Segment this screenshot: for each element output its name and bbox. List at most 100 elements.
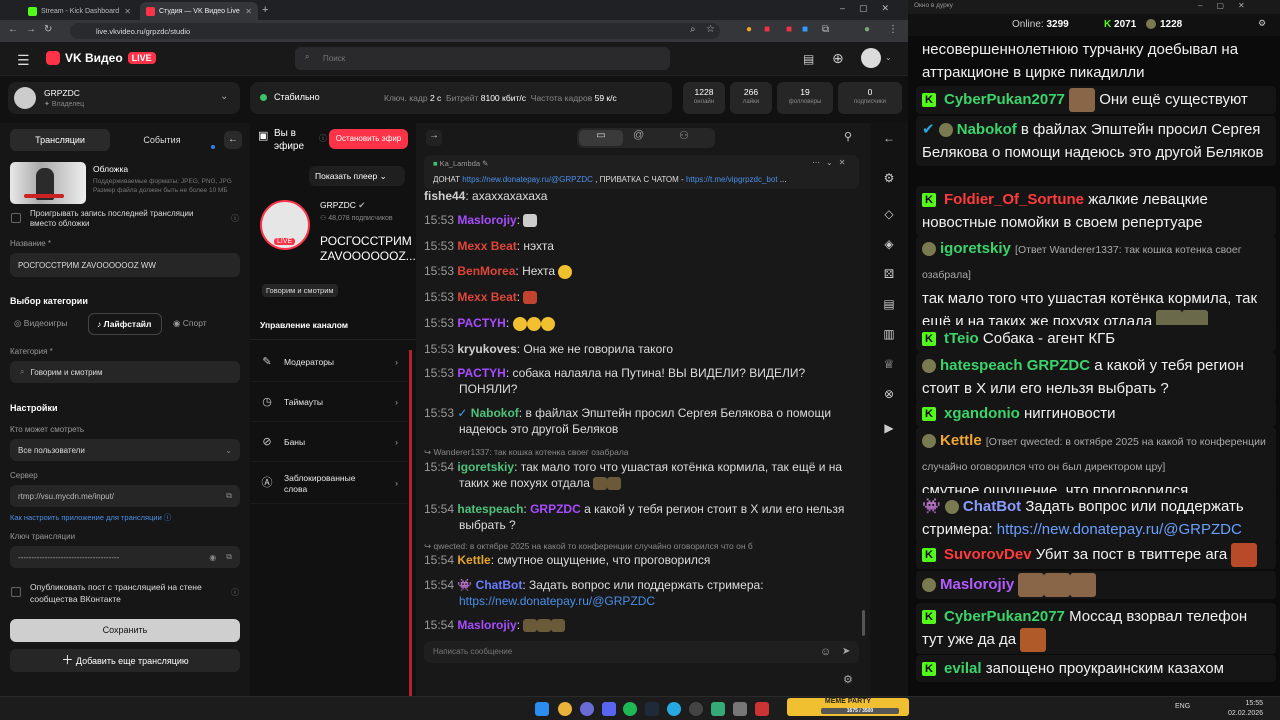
collapse-panel-button[interactable]: ← [224, 131, 242, 149]
replay-label: Проигрывать запись последней трансляции … [30, 209, 194, 228]
info-icon[interactable]: ⓘ [319, 133, 327, 144]
url-field[interactable]: live.vkvideo.ru/grpzdc/studio [70, 23, 720, 39]
save-button[interactable]: Сохранить [10, 619, 240, 642]
category-lifestyle-button[interactable]: ♪ Лайфстайл [88, 313, 162, 335]
stream-key-field[interactable]: -------------------------------------- ◉ ⧉ [10, 546, 240, 568]
dice-icon[interactable]: ⚄ [879, 267, 899, 283]
zoom-icon[interactable]: ⌕ [690, 24, 696, 35]
app-icon[interactable] [755, 702, 769, 716]
discord-icon[interactable] [602, 702, 616, 716]
hamburger-menu-icon[interactable]: ☰ [17, 52, 30, 69]
howto-link[interactable]: Как настроить приложение для трансляции … [10, 512, 171, 523]
kick-badge-icon: K [922, 407, 936, 422]
help-icon: ⓘ [163, 513, 172, 522]
reload-icon[interactable]: ↻ [44, 24, 52, 35]
spotify-icon[interactable] [623, 702, 637, 716]
extension-icon[interactable]: ■ [802, 24, 808, 35]
close-tab-icon[interactable]: ✕ [245, 7, 252, 16]
pinned-controls[interactable]: ⋯⌄✕ [812, 158, 851, 167]
extensions-puzzle-icon[interactable]: ⧉ [822, 24, 829, 35]
tab-broadcasts[interactable]: Трансляции [10, 129, 110, 151]
chat-scrollbar[interactable] [862, 610, 865, 636]
copy-icon[interactable]: ⧉ [226, 552, 232, 562]
tab-kick-dashboard[interactable]: Stream - Kick Dashboard ✕ [22, 2, 137, 20]
chevron-down-icon[interactable]: ⌄ [885, 53, 892, 62]
category-games-button[interactable]: ◎ Видеоигры [14, 318, 67, 329]
clock[interactable]: 15:55 02.02.2026 [1228, 699, 1263, 719]
vk-video-logo[interactable]: VK Видео LIVE [46, 51, 156, 65]
moderators-item[interactable]: ✎ Модераторы › [250, 342, 408, 382]
cover-hint: Поддерживаемые форматы: JPEG, PNG, JPG Р… [93, 178, 232, 194]
add-icon[interactable]: ⊕ [832, 50, 844, 67]
show-player-button[interactable]: Показать плеер ⌄ [309, 166, 405, 186]
video-icon[interactable]: ▶ [879, 421, 899, 437]
browser-menu-icon[interactable]: ⋮ [888, 24, 898, 35]
bans-item[interactable]: ⊘ Баны › [250, 422, 408, 462]
category-input[interactable]: ⌕ Говорим и смотрим [10, 361, 240, 383]
stop-stream-button[interactable]: Остановить эфир [329, 129, 408, 149]
info-icon[interactable]: ⓘ [231, 587, 239, 598]
tab-vk-studio[interactable]: Студия — VK Видео Live ✕ [140, 2, 258, 20]
send-icon[interactable]: ➤ [842, 641, 850, 663]
emoji-icon[interactable]: ☺ [820, 641, 831, 663]
category-sport-button[interactable]: ◉ Спорт [173, 318, 207, 329]
chat-resize-handle[interactable] [409, 350, 412, 696]
eye-icon[interactable]: ◉ [209, 553, 216, 562]
close-tab-icon[interactable]: ✕ [124, 7, 131, 16]
timeouts-item[interactable]: ◷ Таймауты › [250, 382, 408, 422]
list-icon[interactable]: ▤ [879, 297, 899, 313]
chat-tab-users-icon[interactable]: ⚇ [679, 129, 689, 142]
chrome-icon[interactable] [558, 702, 572, 716]
telegram-icon[interactable] [667, 702, 681, 716]
app-icon[interactable] [733, 702, 747, 716]
add-broadcast-button[interactable]: ＋ Добавить еще трансляцию [10, 649, 240, 672]
category-chip[interactable]: Говорим и смотрим [262, 284, 338, 297]
steam-icon[interactable] [645, 702, 659, 716]
back-icon[interactable]: ← [8, 24, 18, 35]
profile-avatar[interactable]: ● [864, 24, 870, 35]
bookmark-star-icon[interactable]: ☆ [706, 24, 715, 35]
extension-icon[interactable]: ● [746, 24, 752, 35]
chat-settings-gear-icon[interactable]: ⚙ [843, 673, 853, 686]
gem-icon[interactable]: ◈ [879, 237, 899, 253]
blocked-words-item[interactable]: Ⓐ Заблокированные слова › [250, 464, 408, 504]
trophy-icon[interactable]: ♕ [879, 357, 899, 373]
browser-icon[interactable] [580, 702, 594, 716]
window-controls[interactable]: –▢✕ [840, 3, 903, 14]
gear-icon[interactable]: ⚙ [879, 171, 899, 187]
channel-selector[interactable]: GRPZDC ✦ Владелец ⌄ [8, 82, 240, 114]
stats-icon[interactable]: ▥ [879, 327, 899, 343]
obs-icon[interactable] [689, 702, 703, 716]
pin-icon[interactable]: ⚲ [844, 130, 852, 143]
collapse-left-icon[interactable]: ← [879, 131, 899, 147]
app-icon[interactable] [711, 702, 725, 716]
cover-thumbnail[interactable] [10, 162, 86, 204]
forward-icon[interactable]: → [26, 24, 36, 35]
right-toolbar: ← ⚙ ◇ ◈ ⚄ ▤ ▥ ♕ ⊗ ▶ [870, 123, 908, 696]
extension-icon[interactable]: ■ [786, 24, 792, 35]
info-icon[interactable]: ⓘ [231, 213, 239, 224]
diamond-icon[interactable]: ◇ [879, 207, 899, 223]
server-field[interactable]: rtmp://vsu.mycdn.me/input/⧉ [10, 485, 240, 507]
chat-input[interactable]: Написать сообщение ☺ ➤ [424, 641, 859, 663]
chat-tab-messages-icon[interactable]: ▭ [579, 130, 623, 146]
visibility-select[interactable]: Все пользователи ⌄ [10, 439, 240, 461]
kick-badge-icon: K [922, 662, 936, 677]
messages-icon[interactable]: ▤ [803, 52, 814, 66]
start-icon[interactable] [535, 702, 549, 716]
stream-title-input[interactable]: РОСГОССТРИМ ZAVOOOOOOZ WW [10, 253, 240, 277]
extension-icon[interactable]: ■ [764, 24, 770, 35]
publish-checkbox[interactable] [11, 587, 21, 597]
replay-checkbox[interactable] [11, 213, 21, 223]
kick-chat-message: несовершеннолетнюю турчанку доебывал на … [922, 41, 1239, 81]
target-icon[interactable]: ⊗ [879, 387, 899, 403]
tab-events[interactable]: События [120, 129, 204, 151]
settings-icon[interactable]: ⚙ [1258, 18, 1266, 29]
user-avatar[interactable] [861, 48, 881, 68]
expand-chat-button[interactable]: → [426, 130, 442, 146]
search-input[interactable]: ⌕ Поиск [295, 47, 670, 70]
copy-icon[interactable]: ⧉ [226, 491, 232, 501]
new-tab-button[interactable]: + [262, 4, 268, 16]
chat-tab-mentions-icon[interactable]: @ [633, 129, 644, 141]
language-indicator[interactable]: ENG [1175, 703, 1190, 710]
